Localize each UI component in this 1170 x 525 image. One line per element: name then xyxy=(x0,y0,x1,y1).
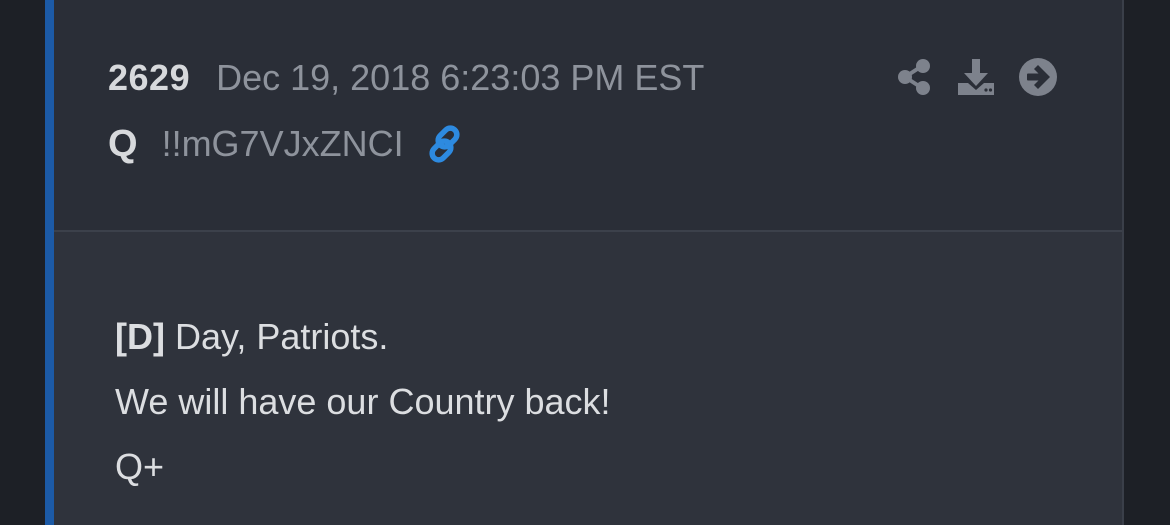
arrow-right-circle-icon[interactable] xyxy=(1018,56,1058,98)
post-line-1: [D] Day, Patriots. xyxy=(115,304,611,369)
post-tag: [D] xyxy=(115,316,165,357)
link-icon[interactable] xyxy=(426,123,468,165)
post-author: Q xyxy=(108,122,138,165)
share-icon[interactable] xyxy=(894,56,934,98)
post-number: 2629 xyxy=(108,57,191,98)
post-author-row: Q !!mG7VJxZNCI xyxy=(108,120,468,168)
post-line-2: We will have our Country back! xyxy=(115,381,611,422)
post-card: 2629 Dec 19, 2018 6:23:03 PM EST Q !!mG7… xyxy=(45,0,1124,525)
post-text: [D] Day, Patriots. We will have our Coun… xyxy=(115,304,611,499)
download-icon[interactable] xyxy=(956,56,996,98)
post-meta-row: 2629 Dec 19, 2018 6:23:03 PM EST xyxy=(108,55,704,101)
post-actions xyxy=(894,56,1058,98)
post-tripcode: !!mG7VJxZNCI xyxy=(161,123,404,164)
post-header: 2629 Dec 19, 2018 6:23:03 PM EST Q !!mG7… xyxy=(54,0,1124,230)
post-line-3: Q+ xyxy=(115,446,165,487)
post-body: [D] Day, Patriots. We will have our Coun… xyxy=(54,232,1124,525)
post-timestamp: Dec 19, 2018 6:23:03 PM EST xyxy=(216,57,705,98)
post-line-1-text: Day, Patriots. xyxy=(164,316,389,357)
